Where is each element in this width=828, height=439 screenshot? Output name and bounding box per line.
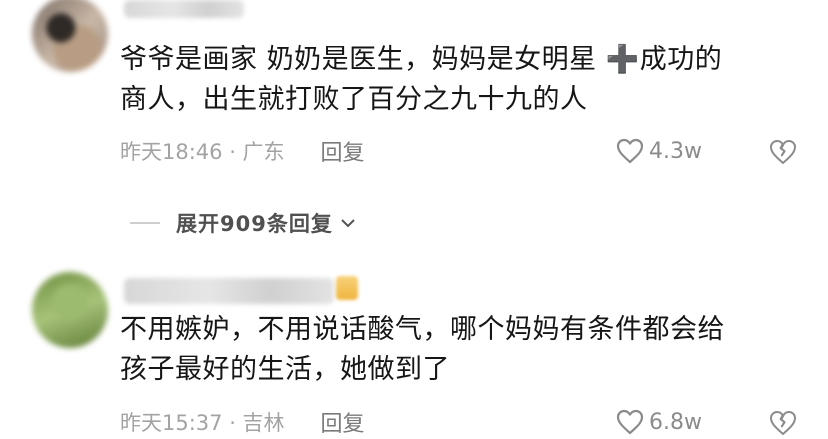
like-count: 6.8w	[649, 409, 702, 435]
comment-time-location: 昨天15:37 · 吉林	[120, 411, 285, 435]
like-button[interactable]: 4.3w	[616, 138, 702, 164]
comment-time-location: 昨天18:46 · 广东	[120, 140, 285, 164]
comment-text: 爷爷是画家 奶奶是医生，妈妈是女明星 ➕成功的 商人，出生就打败了百分之九十九的…	[120, 40, 808, 120]
reply-button[interactable]: 回复	[321, 135, 365, 167]
username-blurred[interactable]	[124, 278, 334, 304]
comment-text-line: 孩子最好的生活，她做到了	[120, 354, 450, 385]
user-badge-icon	[336, 276, 358, 300]
like-count: 4.3w	[649, 138, 702, 164]
broken-heart-icon[interactable]	[768, 136, 798, 166]
divider-line	[130, 222, 160, 224]
expand-replies-label: 展开909条回复	[176, 212, 333, 236]
comment-text-line: 商人，出生就打败了百分之九十九的人	[120, 84, 588, 115]
like-button[interactable]: 6.8w	[616, 409, 702, 435]
comment-item: 不用嫉妒，不用说话酸气，哪个妈妈有条件都会给 孩子最好的生活，她做到了 昨天15…	[0, 262, 828, 437]
username-blurred[interactable]	[124, 0, 244, 18]
reply-button[interactable]: 回复	[321, 406, 365, 438]
user-avatar[interactable]	[32, 272, 108, 348]
comment-text: 不用嫉妒，不用说话酸气，哪个妈妈有条件都会给 孩子最好的生活，她做到了	[120, 310, 808, 390]
heart-outline-icon	[616, 409, 644, 435]
comment-meta-row: 昨天15:37 · 吉林 回复 6.8w	[120, 405, 800, 439]
broken-heart-icon[interactable]	[768, 407, 798, 437]
comment-text-line: 爷爷是画家 奶奶是医生，妈妈是女明星 ➕成功的	[120, 44, 723, 75]
user-avatar[interactable]	[32, 0, 108, 72]
comment-text-line: 不用嫉妒，不用说话酸气，哪个妈妈有条件都会给	[120, 314, 725, 345]
comment-meta-row: 昨天18:46 · 广东 回复 4.3w	[120, 134, 800, 168]
comment-item: 爷爷是画家 奶奶是医生，妈妈是女明星 ➕成功的 商人，出生就打败了百分之九十九的…	[0, 0, 828, 260]
heart-outline-icon	[616, 138, 644, 164]
chevron-down-icon	[341, 219, 355, 228]
expand-replies-button[interactable]: 展开909条回复	[130, 205, 357, 241]
